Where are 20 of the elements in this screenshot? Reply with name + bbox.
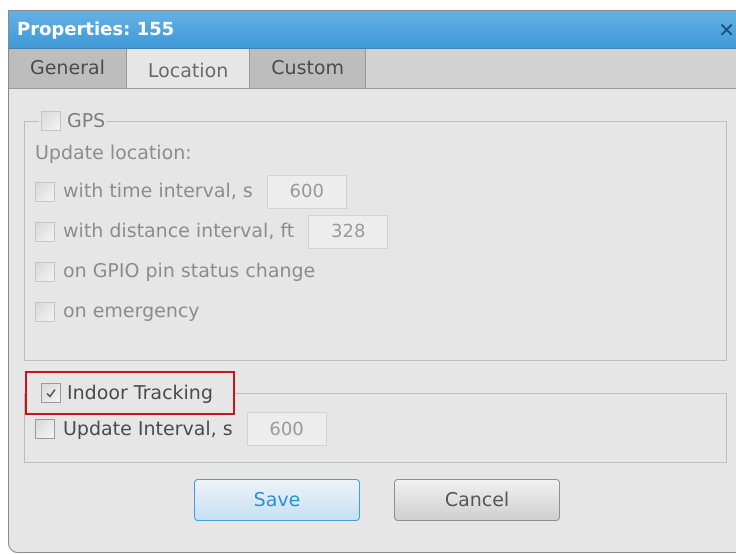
group-title: Indoor Tracking <box>67 380 213 406</box>
tab[interactable]: Location <box>126 49 250 88</box>
checkbox[interactable] <box>41 383 61 403</box>
option-label: Update Interval, s <box>63 416 233 442</box>
checkbox[interactable] <box>41 111 61 132</box>
group-title: GPS <box>67 109 106 134</box>
option-label: with distance interval, ft <box>63 219 294 244</box>
option-label: on GPIO pin status change <box>63 259 316 284</box>
option-label: with time interval, s <box>63 179 253 204</box>
check-icon <box>45 387 57 399</box>
cancel-button[interactable]: Cancel <box>394 479 560 521</box>
option-label: on emergency <box>63 299 200 324</box>
tab[interactable]: General <box>9 49 127 88</box>
tab[interactable]: Custom <box>250 49 366 88</box>
save-button[interactable]: Save <box>194 479 360 521</box>
checkbox[interactable] <box>35 419 55 439</box>
window-title: Properties: 155 <box>17 18 174 42</box>
number-field[interactable]: 600 <box>246 412 327 446</box>
close-button[interactable]: ✕ <box>718 20 735 40</box>
section-caption: Update location: <box>35 141 193 166</box>
